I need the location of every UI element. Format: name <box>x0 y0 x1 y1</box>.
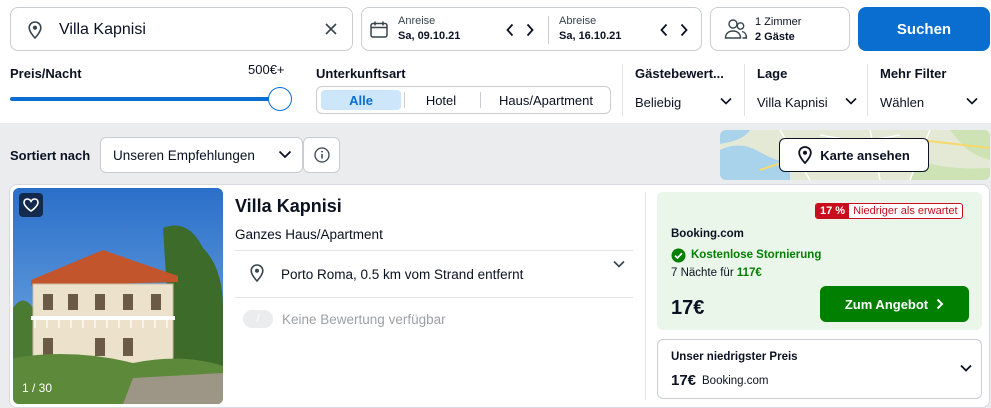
free-cancellation: Kostenlose Stornierung <box>691 249 822 261</box>
guest-rating-dropdown[interactable]: Beliebig <box>635 95 681 110</box>
property-type-label: Unterkunftsart <box>316 66 406 81</box>
property-type-option-house[interactable]: Haus/Apartment <box>481 87 611 113</box>
filter-divider <box>744 64 745 116</box>
lowest-price-box[interactable]: Unser niedrigster Preis 17€ Booking.com <box>657 339 982 399</box>
filter-divider <box>867 64 868 116</box>
discount-badge: 17 % Niedriger als erwartet <box>815 203 963 219</box>
guests-value: 2 Gäste <box>755 31 795 43</box>
location-filter-label: Lage <box>757 66 788 81</box>
rating-text: Keine Bewertung verfügbar <box>282 312 446 327</box>
date-divider <box>548 16 549 44</box>
property-type-option-hotel[interactable]: Hotel <box>405 87 477 113</box>
sort-info-button[interactable] <box>303 137 340 173</box>
deal-price: 17€ <box>671 297 705 319</box>
price-filter-value: 500€+ <box>248 62 285 77</box>
filter-divider <box>622 64 623 116</box>
sort-value: Unseren Empfehlungen <box>113 148 255 163</box>
chevron-down-icon <box>278 150 292 159</box>
checkout-prev-icon[interactable] <box>659 23 669 37</box>
calendar-icon <box>370 21 388 38</box>
sort-dropdown[interactable]: Unseren Empfehlungen <box>100 137 303 173</box>
checkin-label: Anreise <box>398 15 436 27</box>
checkin-field[interactable]: Anreise Sa, 09.10.21 <box>398 15 460 42</box>
more-filters-dropdown[interactable]: Wählen <box>880 95 924 110</box>
chevron-down-icon[interactable] <box>720 97 732 105</box>
checkout-next-icon[interactable] <box>679 23 689 37</box>
checkin-value: Sa, 09.10.21 <box>398 30 461 42</box>
hotel-type: Ganzes Haus/Apartment <box>235 227 383 242</box>
lowest-price-provider: Booking.com <box>702 375 769 387</box>
location-pin-icon <box>28 21 42 39</box>
view-map-label: Karte ansehen <box>820 147 910 163</box>
location-pin-icon <box>250 264 264 282</box>
property-type-selector[interactable]: Alle Hotel Haus/Apartment <box>316 86 611 114</box>
nights-total-price: 117€ <box>736 267 762 279</box>
guests-icon <box>724 18 748 40</box>
view-map-button[interactable]: Karte ansehen <box>779 138 929 172</box>
lowest-price-value: 17€ <box>671 372 697 389</box>
destination-field[interactable]: Villa Kapnisi <box>10 7 353 51</box>
hotel-photo[interactable] <box>13 188 223 404</box>
details-divider <box>235 297 633 298</box>
checkout-label: Abreise <box>559 15 597 27</box>
hotel-name[interactable]: Villa Kapnisi <box>235 196 342 217</box>
lowest-price-title: Unser niedrigster Preis <box>671 351 798 363</box>
chevron-down-icon[interactable] <box>845 97 857 105</box>
favorite-button[interactable] <box>19 193 43 217</box>
sort-label: Sortiert nach <box>10 148 91 163</box>
details-divider <box>235 250 633 251</box>
chevron-down-icon[interactable] <box>613 260 625 268</box>
chevron-down-icon <box>960 364 972 372</box>
info-icon <box>313 147 330 163</box>
hotel-location: Porto Roma, 0.5 km vom Strand entfernt <box>281 267 524 282</box>
guest-rating-label: Gästebewert... <box>635 66 724 81</box>
photo-counter: 1 / 30 <box>22 381 53 395</box>
rating-badge: / <box>243 310 273 328</box>
nights-prefix: 7 Nächte für <box>671 267 734 279</box>
chevron-down-icon[interactable] <box>966 97 978 105</box>
discount-message: Niedriger als erwartet <box>853 205 958 217</box>
view-deal-button[interactable]: Zum Angebot <box>820 286 969 322</box>
check-circle-icon <box>671 248 686 263</box>
checkout-value: Sa, 16.10.21 <box>559 30 622 42</box>
chevron-right-icon <box>936 298 944 310</box>
discount-percent: 17 % <box>816 204 850 218</box>
more-filters-label: Mehr Filter <box>880 66 947 81</box>
property-type-option-all[interactable]: Alle <box>321 90 401 110</box>
search-button[interactable]: Suchen <box>858 7 990 51</box>
view-deal-label: Zum Angebot <box>844 296 929 312</box>
rooms-value: 1 Zimmer <box>755 16 802 28</box>
clear-icon[interactable] <box>324 22 338 36</box>
nights-total: 7 Nächte für 117€ <box>671 267 762 279</box>
checkin-next-icon[interactable] <box>525 23 535 37</box>
checkin-prev-icon[interactable] <box>505 23 515 37</box>
date-range-field[interactable]: Anreise Sa, 09.10.21 Abreise Sa, 16.10.2… <box>361 7 702 51</box>
checkout-field[interactable]: Abreise Sa, 16.10.21 <box>559 15 621 42</box>
destination-input[interactable]: Villa Kapnisi <box>59 21 146 39</box>
card-divider <box>645 192 646 400</box>
price-slider-handle[interactable] <box>268 87 292 111</box>
map-pin-icon <box>798 146 812 164</box>
location-filter-dropdown[interactable]: Villa Kapnisi <box>757 95 828 110</box>
heart-icon <box>23 198 39 212</box>
deal-provider: Booking.com <box>671 228 744 240</box>
guests-field[interactable]: 1 Zimmer 2 Gäste <box>710 7 850 51</box>
price-slider-track[interactable] <box>10 97 280 101</box>
price-filter-label: Preis/Nacht <box>10 66 82 81</box>
